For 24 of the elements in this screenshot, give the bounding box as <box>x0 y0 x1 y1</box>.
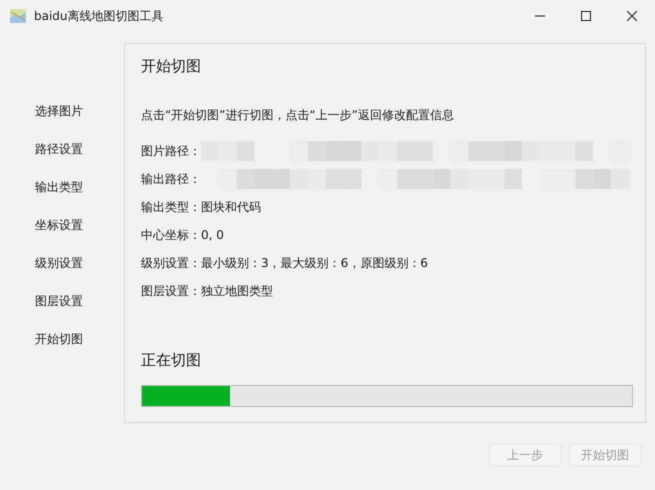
field-label: 输出路径： <box>141 170 201 188</box>
close-icon <box>627 11 637 21</box>
sidebar-item[interactable]: 开始切图 <box>0 330 124 349</box>
window-title: baidu离线地图切图工具 <box>34 8 165 24</box>
sidebar-item[interactable]: 级别设置 <box>0 254 124 273</box>
field-value: 0, 0 <box>201 228 224 242</box>
panel-title: 开始切图 <box>141 56 202 76</box>
field-label: 输出类型： <box>141 198 201 216</box>
sidebar-item[interactable]: 坐标设置 <box>0 216 124 235</box>
sidebar-item[interactable]: 选择图片 <box>0 102 124 121</box>
sidebar-item[interactable]: 图层设置 <box>0 292 124 311</box>
field-value: 图块和代码 <box>201 198 261 216</box>
instruction-text: 点击“开始切图”进行切图，点击“上一步”返回修改配置信息 <box>141 107 455 124</box>
sidebar-item[interactable]: 路径设置 <box>0 140 124 159</box>
field-value: 最小级别：3，最大级别：6，原图级别：6 <box>201 254 428 272</box>
field-value: 独立地图类型 <box>201 282 273 300</box>
sidebar-item[interactable]: 输出类型 <box>0 178 124 197</box>
progress-title: 正在切图 <box>141 350 202 370</box>
app-icon <box>10 8 26 24</box>
field-label: 图层设置： <box>141 282 201 300</box>
field-label: 级别设置： <box>141 254 201 272</box>
maximize-icon <box>581 11 591 21</box>
field-label: 中心坐标： <box>141 226 201 244</box>
field-label: 图片路径： <box>141 142 201 160</box>
